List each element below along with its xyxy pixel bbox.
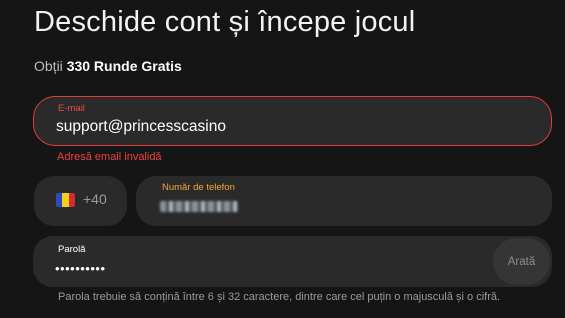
subtitle-prefix: Obții: [34, 58, 63, 74]
email-field[interactable]: E-mail support@princesscasino: [33, 96, 552, 146]
email-input[interactable]: support@princesscasino: [56, 118, 226, 136]
page-title: Deschide cont și începe jocul: [34, 6, 416, 38]
password-input[interactable]: ••••••••••: [55, 261, 106, 276]
free-spins-highlight: 330 Runde Gratis: [66, 58, 182, 74]
password-label: Parolă: [58, 244, 86, 255]
password-hint: Parola trebuie să conțină între 6 și 32 …: [58, 291, 501, 303]
phone-field[interactable]: Număr de telefon: [136, 176, 552, 226]
flag-stripe-red: [68, 193, 75, 207]
bonus-subtitle: Obții 330 Runde Gratis: [34, 58, 182, 74]
romania-flag-icon: [56, 193, 75, 207]
show-password-button[interactable]: Arată: [493, 238, 550, 285]
password-field[interactable]: Parolă •••••••••• Arată: [33, 236, 552, 287]
country-code: +40: [83, 191, 107, 207]
country-code-selector[interactable]: +40: [34, 176, 127, 226]
email-label: E-mail: [58, 103, 85, 114]
phone-label: Număr de telefon: [162, 182, 235, 193]
email-error-message: Adresă email invalidă: [57, 151, 162, 163]
phone-input-obscured[interactable]: [160, 201, 238, 212]
